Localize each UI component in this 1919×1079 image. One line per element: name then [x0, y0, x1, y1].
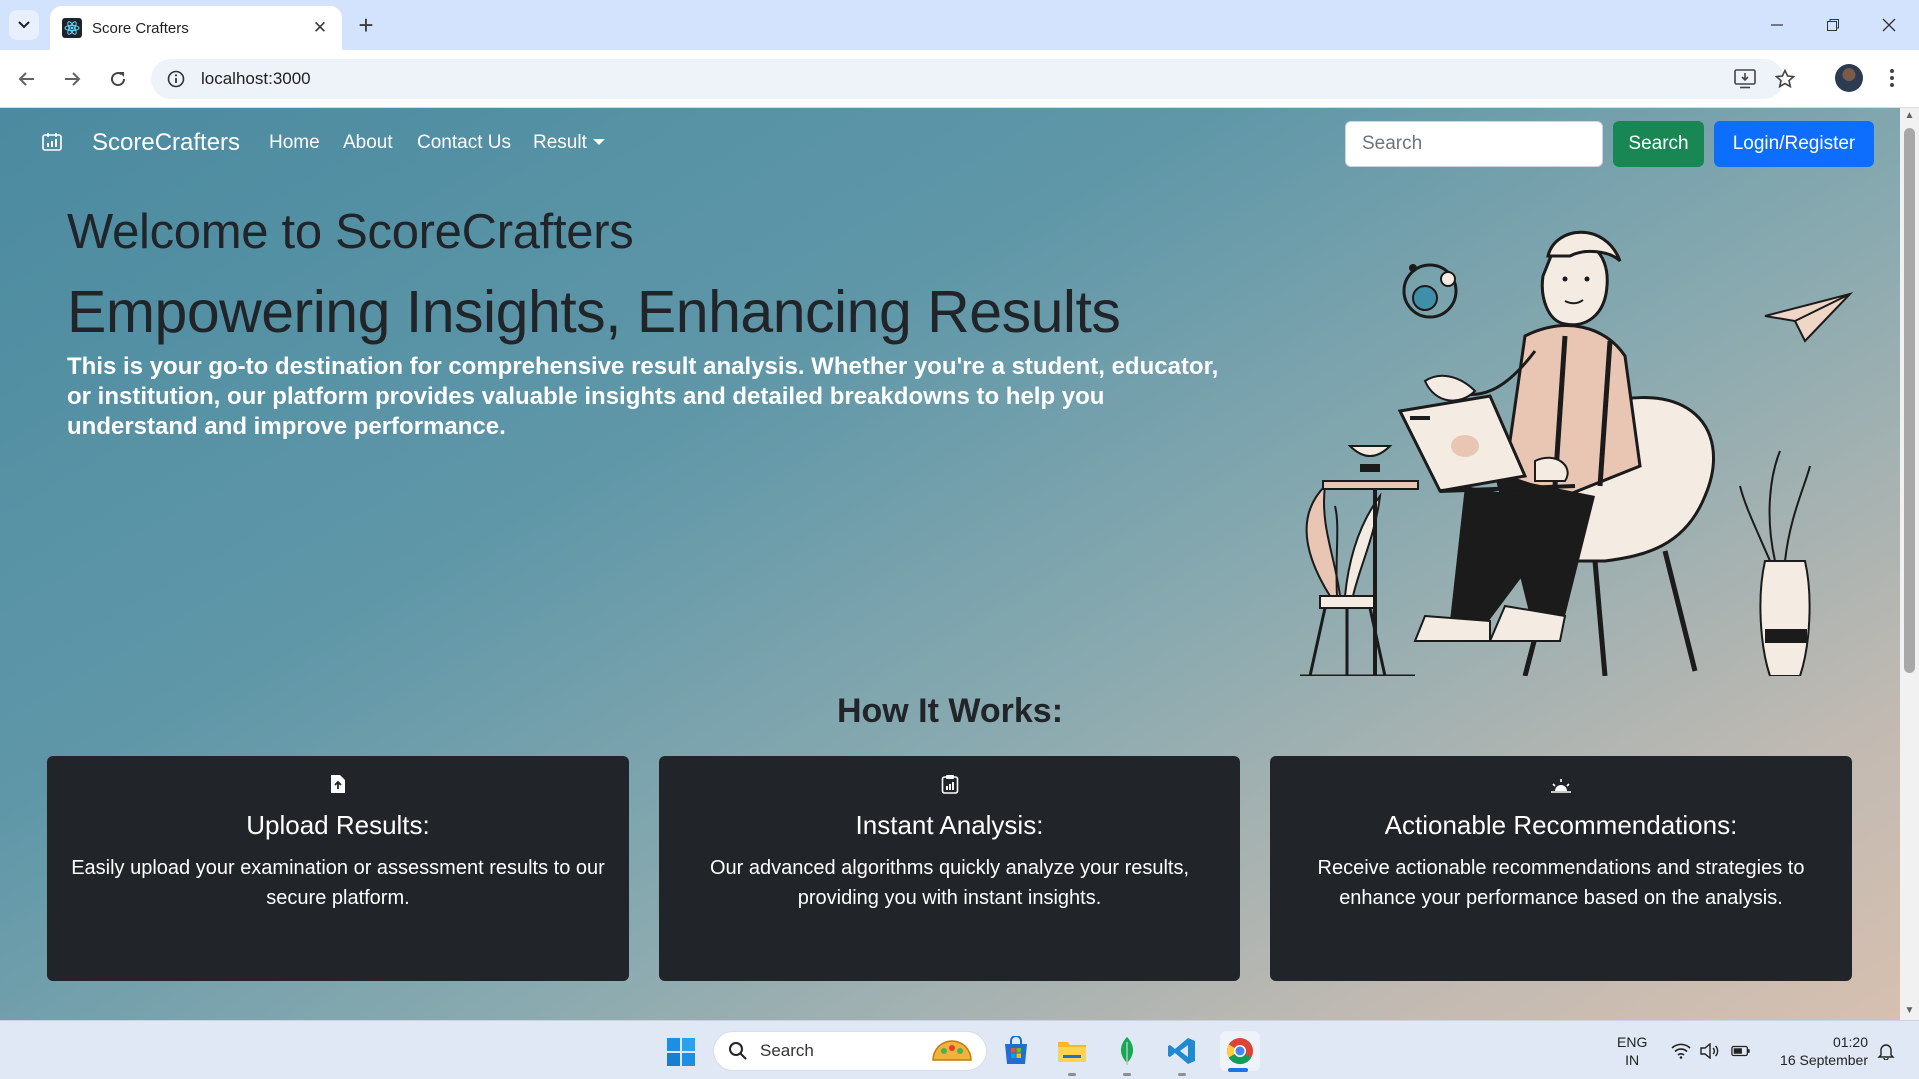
brand-chart-icon[interactable] [41, 132, 63, 152]
reload-icon[interactable] [103, 64, 133, 94]
clock-time: 01:20 [1832, 1034, 1868, 1050]
app-running-indicator [1178, 1073, 1186, 1076]
card-title: Actionable Recommendations: [1384, 810, 1738, 840]
taco-icon [932, 1040, 972, 1061]
volume-icon[interactable] [1700, 1041, 1720, 1061]
address-bar[interactable]: localhost:3000 [151, 59, 1784, 99]
site-navbar: ScoreCrafters Home About Contact Us Resu… [0, 108, 1900, 180]
close-window-icon[interactable] [1874, 10, 1904, 40]
install-app-icon[interactable] [1730, 59, 1760, 99]
hero-title: Welcome to ScoreCrafters [67, 205, 634, 259]
forward-icon[interactable] [57, 64, 87, 94]
language-indicator[interactable]: ENG IN [1617, 1033, 1647, 1069]
vscode-icon[interactable] [1164, 1033, 1200, 1069]
clock-date: 16 September [1780, 1052, 1868, 1068]
file-explorer-icon[interactable] [1054, 1033, 1090, 1069]
tab-search-button[interactable] [9, 10, 39, 40]
profile-avatar[interactable] [1835, 64, 1863, 92]
card-text: Our advanced algorithms quickly analyze … [709, 857, 1190, 909]
windows-taskbar: Search ENG IN 01:20 16 September [0, 1020, 1919, 1079]
scroll-up-icon[interactable]: ▲ [1904, 110, 1915, 122]
scrollbar-thumb[interactable] [1904, 128, 1915, 673]
bookmark-star-icon[interactable] [1770, 59, 1800, 99]
restore-icon[interactable] [1818, 10, 1848, 40]
chrome-icon[interactable] [1220, 1031, 1260, 1071]
taskbar-clock[interactable]: 01:20 16 September [1760, 1033, 1868, 1069]
card-actionable-recommendations: Actionable Recommendations: Receive acti… [1270, 756, 1852, 981]
language-code: ENG [1617, 1034, 1648, 1050]
minimize-icon[interactable] [1762, 10, 1792, 40]
card-title: Instant Analysis: [855, 810, 1044, 840]
scroll-down-icon[interactable]: ▼ [1904, 1005, 1915, 1017]
region-code: IN [1625, 1052, 1640, 1068]
nav-contact[interactable]: Contact Us [417, 132, 511, 154]
planet-icon [1402, 263, 1458, 319]
browser-toolbar: localhost:3000 [0, 50, 1919, 108]
battery-icon[interactable] [1731, 1041, 1751, 1061]
search-icon [729, 1042, 747, 1060]
taskbar-search-label: Search [760, 1041, 814, 1060]
app-running-indicator [1068, 1073, 1076, 1076]
taskbar-search-box[interactable]: Search [713, 1031, 987, 1071]
back-icon[interactable] [12, 64, 42, 94]
notification-bell-icon[interactable] [1876, 1041, 1896, 1061]
page-viewport: ScoreCrafters Home About Contact Us Resu… [0, 108, 1900, 1020]
how-it-works-title: How It Works: [836, 692, 1064, 730]
tab-title: Score Crafters [92, 19, 189, 37]
search-input[interactable] [1345, 121, 1603, 167]
nav-result-label: Result [533, 132, 587, 153]
page-scrollbar[interactable]: ▲ ▼ [1900, 108, 1919, 1020]
paper-plane-icon [1764, 292, 1854, 343]
url-text: localhost:3000 [201, 69, 311, 88]
site-info-icon[interactable] [165, 68, 187, 90]
search-button[interactable]: Search [1613, 121, 1704, 167]
mongodb-compass-icon[interactable] [1109, 1033, 1145, 1069]
windows-start-icon[interactable] [666, 1037, 696, 1067]
card-instant-analysis: Instant Analysis: Our advanced algorithm… [659, 756, 1240, 981]
login-register-button[interactable]: Login/Register [1714, 121, 1874, 167]
react-icon [62, 18, 82, 38]
nav-result-dropdown[interactable]: Result [533, 132, 605, 154]
sunrise-icon [1294, 764, 1828, 794]
browser-menu-icon[interactable] [1880, 63, 1904, 93]
wifi-icon[interactable] [1671, 1041, 1691, 1061]
vase-right [1739, 450, 1811, 676]
hero-illustration [1300, 230, 1854, 676]
nav-home[interactable]: Home [269, 132, 320, 154]
card-upload-results: Upload Results: Easily upload your exami… [47, 756, 629, 981]
active-app-indicator [1228, 1068, 1248, 1072]
card-title: Upload Results: [246, 810, 430, 840]
card-text: Receive actionable recommendations and s… [1317, 857, 1805, 909]
hero-description: This is your go-to destination for compr… [67, 353, 1219, 440]
nav-about[interactable]: About [343, 132, 393, 154]
app-running-indicator [1123, 1073, 1131, 1076]
caret-down-icon [592, 139, 605, 145]
clipboard-chart-icon [683, 764, 1216, 794]
card-text: Easily upload your examination or assess… [71, 857, 605, 909]
plant-left [1300, 483, 1415, 676]
microsoft-store-icon[interactable] [998, 1033, 1034, 1069]
file-upload-icon [71, 764, 605, 794]
tab-close-icon[interactable]: ✕ [310, 18, 330, 38]
brand-name[interactable]: ScoreCrafters [92, 129, 240, 157]
browser-tab[interactable]: Score Crafters ✕ [50, 6, 342, 50]
chevron-down-icon [18, 21, 30, 29]
new-tab-button[interactable]: + [352, 11, 380, 39]
hero-subtitle: Empowering Insights, Enhancing Results [67, 279, 1121, 345]
browser-tab-strip: Score Crafters ✕ + [0, 0, 1919, 50]
